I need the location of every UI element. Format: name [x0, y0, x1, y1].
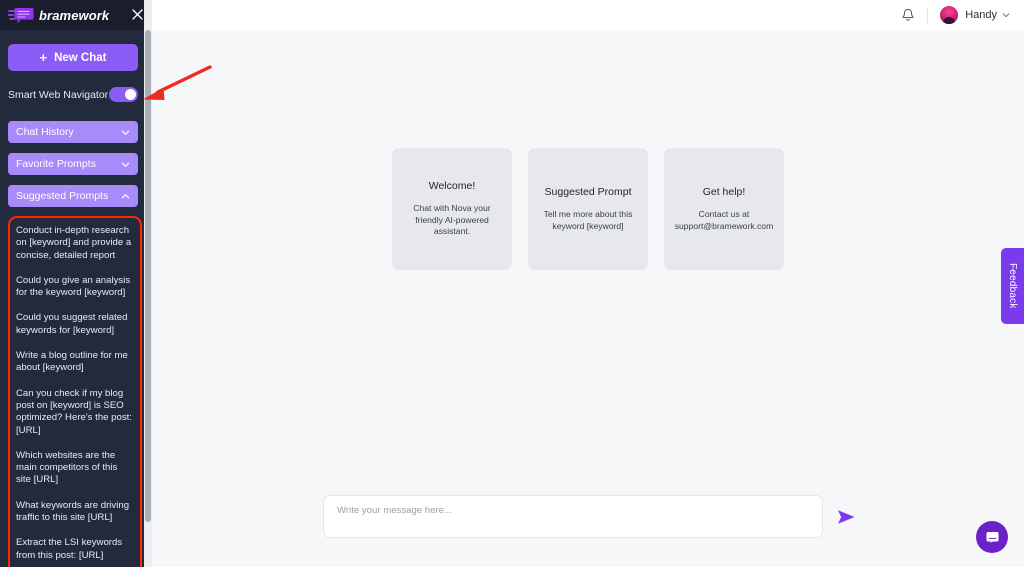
- card-get-help[interactable]: Get help! Contact us at support@bramewor…: [664, 148, 784, 270]
- sidebar-body: + New Chat Smart Web Navigator Chat Hist…: [0, 44, 152, 567]
- user-name: Handy: [965, 9, 997, 21]
- list-item[interactable]: What keywords are driving traffic to thi…: [16, 500, 134, 525]
- card-suggested-prompt[interactable]: Suggested Prompt Tell me more about this…: [528, 148, 648, 270]
- intro-cards: Welcome! Chat with Nova your friendly AI…: [152, 148, 1024, 270]
- chat-bubble-icon: [986, 531, 998, 543]
- list-item[interactable]: Which websites are the main competitors …: [16, 450, 134, 487]
- avatar[interactable]: [940, 6, 959, 24]
- brand-name: bramework: [39, 7, 110, 23]
- card-title: Get help!: [702, 186, 746, 198]
- message-input[interactable]: [337, 505, 809, 516]
- top-header: Handy: [152, 0, 1024, 30]
- list-item[interactable]: Extract the LSI keywords from this post:…: [16, 537, 134, 562]
- message-composer: [323, 495, 856, 538]
- card-welcome[interactable]: Welcome! Chat with Nova your friendly AI…: [392, 148, 512, 270]
- card-body: Contact us at support@bramework.com: [674, 209, 774, 231]
- feedback-tab[interactable]: Feedback: [1001, 248, 1024, 324]
- sidebar-logo-bar: bramework: [0, 0, 152, 30]
- accordion-label: Chat History: [16, 126, 74, 138]
- chat-app-window: bramework + New Chat Smart Web Navigator…: [0, 0, 1024, 567]
- smart-web-navigator-toggle[interactable]: [109, 87, 138, 102]
- speech-bubble-logo-icon: [8, 7, 34, 24]
- accordion-suggested-prompts[interactable]: Suggested Prompts: [8, 185, 138, 207]
- accordion-label: Favorite Prompts: [16, 158, 96, 170]
- smart-web-navigator-row: Smart Web Navigator: [8, 87, 138, 102]
- plus-icon: +: [39, 50, 48, 65]
- new-chat-button[interactable]: + New Chat: [8, 44, 138, 71]
- chevron-down-icon: [121, 162, 130, 167]
- send-arrow-icon: [838, 509, 855, 524]
- card-body: Tell me more about this keyword [keyword…: [543, 209, 633, 231]
- main-content: Welcome! Chat with Nova your friendly AI…: [152, 30, 1024, 567]
- smart-web-navigator-label: Smart Web Navigator: [8, 88, 109, 101]
- card-title: Suggested Prompt: [544, 186, 632, 198]
- sidebar-scrollbar-thumb[interactable]: [145, 30, 151, 522]
- send-button[interactable]: [837, 509, 856, 525]
- message-input-box[interactable]: [323, 495, 823, 538]
- suggested-prompts-list: Conduct in-depth research on [keyword] a…: [10, 218, 140, 567]
- list-item[interactable]: Could you suggest related keywords for […: [16, 312, 134, 337]
- list-item[interactable]: Could you give an analysis for the keywo…: [16, 275, 134, 300]
- card-body: Chat with Nova your friendly AI-powered …: [413, 203, 491, 237]
- list-item[interactable]: Conduct in-depth research on [keyword] a…: [16, 225, 134, 262]
- card-title: Welcome!: [428, 180, 476, 193]
- red-highlight-box: Conduct in-depth research on [keyword] a…: [8, 216, 142, 567]
- chevron-up-icon: [121, 193, 130, 198]
- chevron-down-icon: [121, 130, 130, 135]
- sidebar: bramework + New Chat Smart Web Navigator…: [0, 0, 152, 567]
- notification-bell-icon[interactable]: [901, 8, 915, 23]
- chat-widget-button[interactable]: [976, 521, 1008, 553]
- chevron-down-icon[interactable]: [1002, 11, 1010, 19]
- feedback-label: Feedback: [1007, 263, 1018, 309]
- accordion-label: Suggested Prompts: [16, 190, 109, 202]
- header-divider: [927, 7, 929, 23]
- accordion-chat-history[interactable]: Chat History: [8, 121, 138, 143]
- list-item[interactable]: Write a blog outline for me about [keywo…: [16, 350, 134, 375]
- new-chat-label: New Chat: [54, 51, 107, 64]
- list-item[interactable]: Can you check if my blog post on [keywor…: [16, 388, 134, 437]
- accordion-favorite-prompts[interactable]: Favorite Prompts: [8, 153, 138, 175]
- toggle-knob: [125, 89, 136, 100]
